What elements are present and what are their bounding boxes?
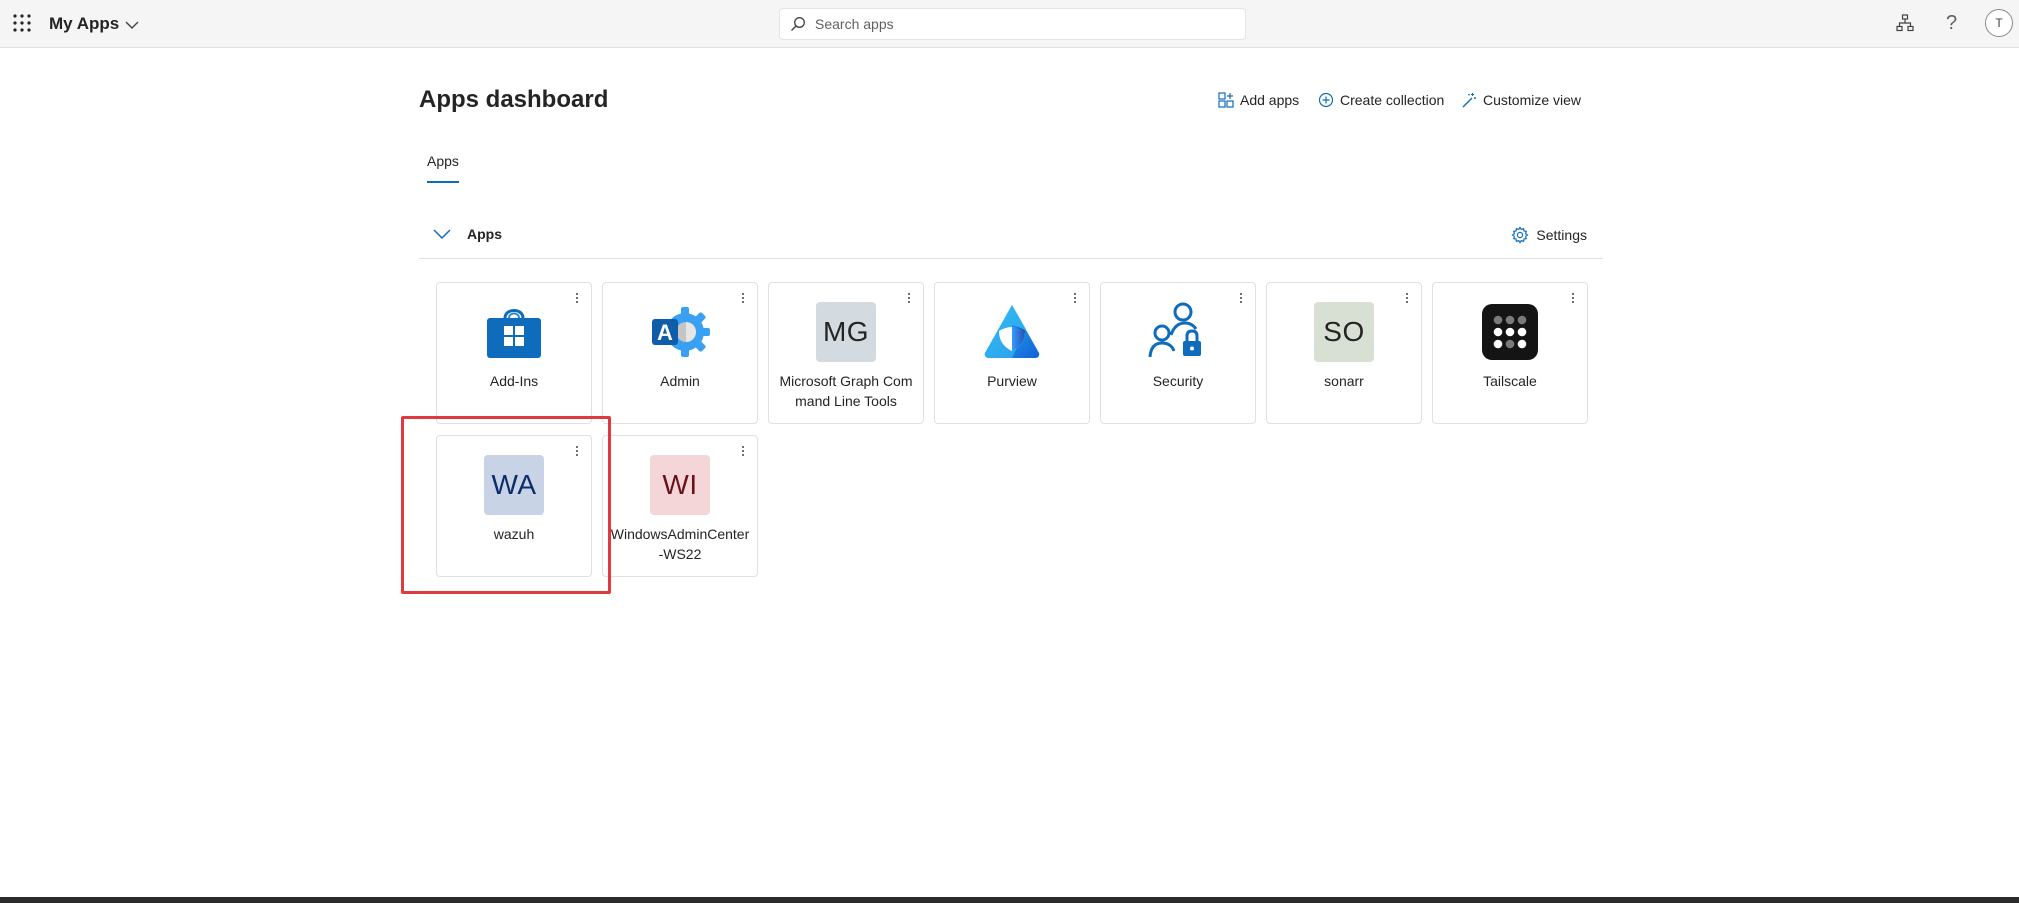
help-icon[interactable]: ? [1946, 10, 1957, 36]
apps-section-header: Apps Settings [419, 219, 1603, 259]
customize-view-button[interactable]: Customize view [1461, 92, 1581, 108]
more-options-icon[interactable] [741, 291, 745, 307]
app-name: Add-Ins [489, 373, 539, 389]
customize-view-label: Customize view [1483, 92, 1582, 108]
more-options-icon[interactable] [1405, 291, 1409, 307]
page-title: Apps dashboard [419, 86, 609, 113]
search-input[interactable] [813, 15, 1237, 33]
chevron-down-icon[interactable] [433, 227, 451, 241]
organization-icon[interactable] [1896, 14, 1914, 32]
azure-admin-gear-icon: A [649, 301, 711, 363]
app-tile-microsoft-graph[interactable]: MG Microsoft Graph Command Line Tools [768, 282, 924, 424]
search-icon [791, 17, 805, 31]
app-monogram: SO [1314, 302, 1374, 362]
app-name: Admin [660, 373, 700, 389]
create-collection-label: Create collection [1340, 92, 1445, 108]
search-box[interactable] [779, 8, 1246, 40]
app-name: Security [1152, 373, 1204, 389]
app-launcher-icon[interactable] [13, 14, 31, 32]
svg-text:A: A [657, 320, 673, 345]
avatar[interactable]: T [1985, 9, 2013, 37]
app-tile-security[interactable]: Security [1100, 282, 1256, 424]
app-title: My Apps [49, 14, 120, 33]
app-title-menu[interactable]: My Apps [49, 14, 139, 34]
app-name: Tailscale [1483, 373, 1537, 389]
app-monogram: WI [650, 455, 710, 515]
more-options-icon[interactable] [575, 291, 579, 307]
app-monogram: WA [484, 455, 544, 515]
app-tile-wazuh[interactable]: WA wazuh [436, 435, 592, 577]
more-options-icon[interactable] [1571, 291, 1575, 307]
add-circle-icon [1318, 92, 1334, 108]
app-tile-purview[interactable]: Purview [934, 282, 1090, 424]
add-apps-label: Add apps [1240, 92, 1300, 108]
app-tile-tailscale[interactable]: Tailscale [1432, 282, 1588, 424]
app-tile-add-ins[interactable]: Add-Ins [436, 282, 592, 424]
app-tile-admin[interactable]: A Admin [602, 282, 758, 424]
more-options-icon[interactable] [741, 444, 745, 460]
tab-apps[interactable]: Apps [427, 153, 459, 169]
app-name: Purview [987, 373, 1037, 389]
more-options-icon[interactable] [575, 444, 579, 460]
settings-label: Settings [1536, 227, 1587, 243]
more-options-icon[interactable] [907, 291, 911, 307]
more-options-icon[interactable] [1239, 291, 1243, 307]
app-monogram: MG [816, 302, 876, 362]
settings-button[interactable]: Settings [1511, 226, 1587, 244]
store-bag-icon [483, 301, 545, 363]
wand-icon [1462, 93, 1476, 108]
gear-icon [1511, 226, 1529, 244]
users-lock-icon [1147, 301, 1209, 363]
app-name: WindowsAdminCenter-WS22 [610, 526, 750, 562]
app-tile-windows-admin-center[interactable]: WI WindowsAdminCenter-WS22 [602, 435, 758, 577]
add-apps-icon [1218, 92, 1234, 108]
more-options-icon[interactable] [1073, 291, 1077, 307]
app-name: Microsoft Graph Command Line Tools [779, 373, 913, 409]
app-name: sonarr [1324, 373, 1364, 389]
app-name: wazuh [493, 526, 535, 542]
tailscale-dots-icon [1479, 301, 1541, 363]
purview-icon [981, 301, 1043, 363]
tab-selected-indicator [427, 181, 459, 183]
chevron-down-icon [125, 21, 139, 29]
bottom-edge-bar [0, 897, 2019, 903]
add-apps-button[interactable]: Add apps [1218, 92, 1299, 108]
create-collection-button[interactable]: Create collection [1318, 92, 1444, 108]
section-title: Apps [467, 226, 502, 242]
top-bar: My Apps ? T [0, 0, 2019, 48]
app-tile-sonarr[interactable]: SO sonarr [1266, 282, 1422, 424]
